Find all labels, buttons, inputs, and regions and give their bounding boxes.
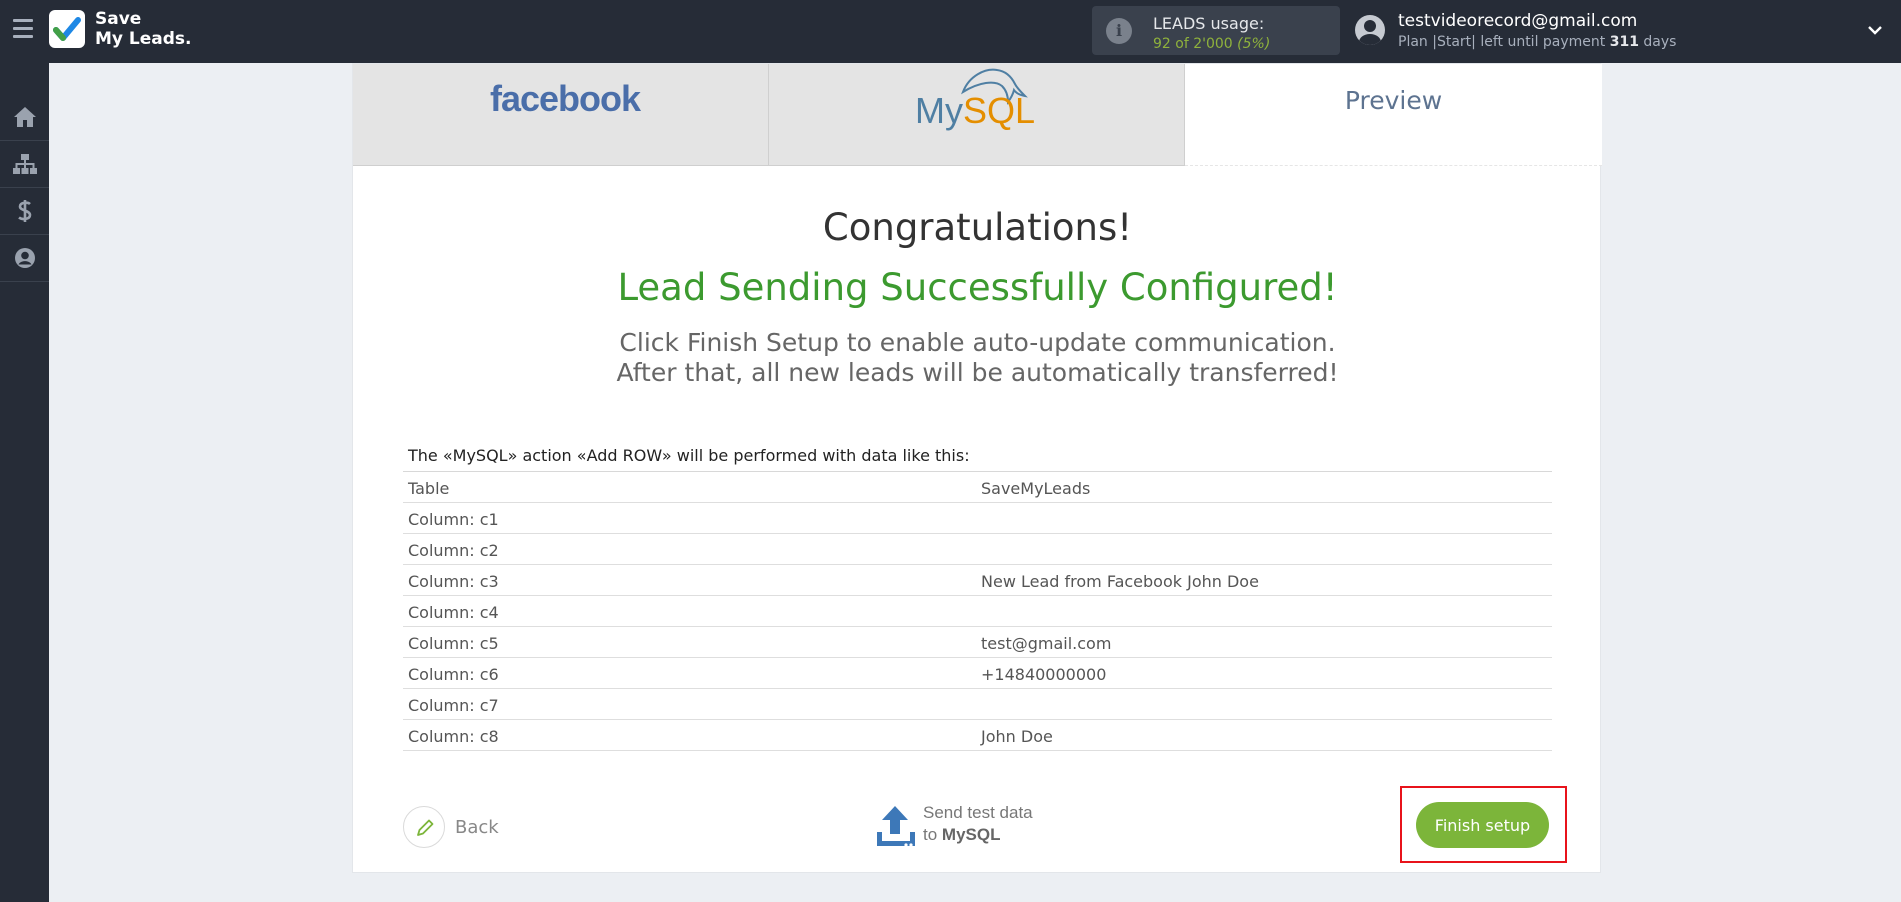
chevron-down-icon[interactable] [1868, 22, 1882, 36]
home-icon [13, 107, 36, 127]
table-row: Column: c2 [403, 534, 1552, 565]
finish-setup-button[interactable]: Finish setup [1416, 802, 1549, 848]
row-value: +14840000000 [981, 665, 1107, 684]
row-field: Column: c3 [408, 572, 499, 591]
leads-used: 92 of 2'000 [1153, 36, 1233, 52]
send-test-label: Send test data to MySQL [923, 802, 1033, 846]
instruction-line-1: Click Finish Setup to enable auto-update… [619, 328, 1336, 357]
plan-days: 311 [1609, 34, 1639, 50]
tab-mysql[interactable]: MySQL [769, 64, 1185, 166]
setup-card: facebook MySQL Preview Congratulations! … [352, 63, 1602, 873]
row-value: SaveMyLeads [981, 479, 1091, 498]
steps-tabs: facebook MySQL Preview [353, 64, 1602, 166]
plan-info: Plan |Start| left until payment 311 days [1398, 34, 1676, 50]
sidebar-item-home[interactable] [0, 94, 49, 141]
row-field: Column: c8 [408, 727, 499, 746]
table-row: Column: c6 +14840000000 [403, 658, 1552, 689]
success-heading: Lead Sending Successfully Configured! [617, 266, 1338, 309]
sidebar-item-account[interactable] [0, 235, 49, 282]
dollar-icon [17, 200, 31, 222]
row-field: Column: c6 [408, 665, 499, 684]
mysql-logo-sql: SQL [963, 90, 1036, 131]
avatar[interactable] [1355, 15, 1385, 45]
row-field: Column: c7 [408, 696, 499, 715]
table-row: Column: c8 John Doe [403, 720, 1552, 751]
tab-facebook[interactable]: facebook [353, 64, 769, 166]
send-line2-target: MySQL [941, 825, 1001, 844]
send-line1: Send test data [923, 803, 1033, 822]
logo-line1: Save [95, 9, 142, 29]
table-row: Column: c5 test@gmail.com [403, 627, 1552, 658]
table-row: Column: c4 [403, 596, 1552, 627]
plan-suffix: days [1643, 34, 1677, 50]
leads-usage-count: 92 of 2'000 (5%) [1153, 36, 1270, 52]
row-field: Column: c1 [408, 510, 499, 529]
sidebar-item-connections[interactable] [0, 141, 49, 188]
row-value: John Doe [981, 727, 1053, 746]
user-email: testvideorecord@gmail.com [1398, 11, 1638, 31]
sitemap-icon [12, 154, 37, 174]
preview-table: Table SaveMyLeads Column: c1 Column: c2 C… [403, 471, 1552, 751]
sidebar-item-billing[interactable] [0, 188, 49, 235]
table-caption: The «MySQL» action «Add ROW» will be per… [408, 446, 970, 465]
upload-icon [877, 806, 915, 847]
sidebar [0, 63, 49, 902]
send-line2: to MySQL [923, 824, 1033, 846]
info-icon: i [1106, 18, 1132, 44]
instruction-text: Click Finish Setup to enable auto-update… [353, 328, 1602, 388]
user-circle-icon [14, 248, 35, 268]
congrats-heading: Congratulations! [822, 206, 1133, 249]
back-circle [403, 806, 445, 848]
table-row: Column: c7 [403, 689, 1552, 720]
table-row: Column: c3 New Lead from Facebook John Do… [403, 565, 1552, 596]
mysql-logo-my: My [915, 90, 963, 131]
send-test-data-button[interactable]: Send test data to MySQL [875, 800, 1055, 850]
logo-icon[interactable] [49, 10, 85, 48]
row-field: Column: c5 [408, 634, 499, 653]
facebook-logo: facebook [490, 78, 641, 119]
pencil-icon [417, 819, 434, 836]
leads-usage-label: LEADS usage: [1153, 14, 1265, 33]
menu-icon[interactable] [13, 19, 33, 41]
row-field: Column: c4 [408, 603, 499, 622]
logo-line2: My Leads. [95, 29, 192, 49]
logo-text[interactable]: Save My Leads. [95, 9, 192, 49]
leads-percent: (5%) [1237, 36, 1271, 52]
tab-preview[interactable]: Preview [1185, 64, 1602, 166]
top-bar: Save My Leads. i LEADS usage: 92 of 2'00… [0, 0, 1901, 63]
row-value: test@gmail.com [981, 634, 1112, 653]
plan-prefix: Plan |Start| left until payment [1398, 34, 1606, 50]
back-label: Back [455, 817, 499, 838]
instruction-line-2: After that, all new leads will be automa… [616, 358, 1339, 387]
row-field: Table [408, 479, 450, 498]
mysql-logo: MySQL [915, 90, 1035, 132]
send-line2-prefix: to [923, 825, 938, 844]
row-value: New Lead from Facebook John Doe [981, 572, 1259, 591]
row-field: Column: c2 [408, 541, 499, 560]
table-row: Table SaveMyLeads [403, 472, 1552, 503]
leads-usage-panel: i LEADS usage: 92 of 2'000 (5%) [1092, 6, 1340, 55]
tab-preview-label: Preview [1344, 86, 1443, 115]
table-row: Column: c1 [403, 503, 1552, 534]
